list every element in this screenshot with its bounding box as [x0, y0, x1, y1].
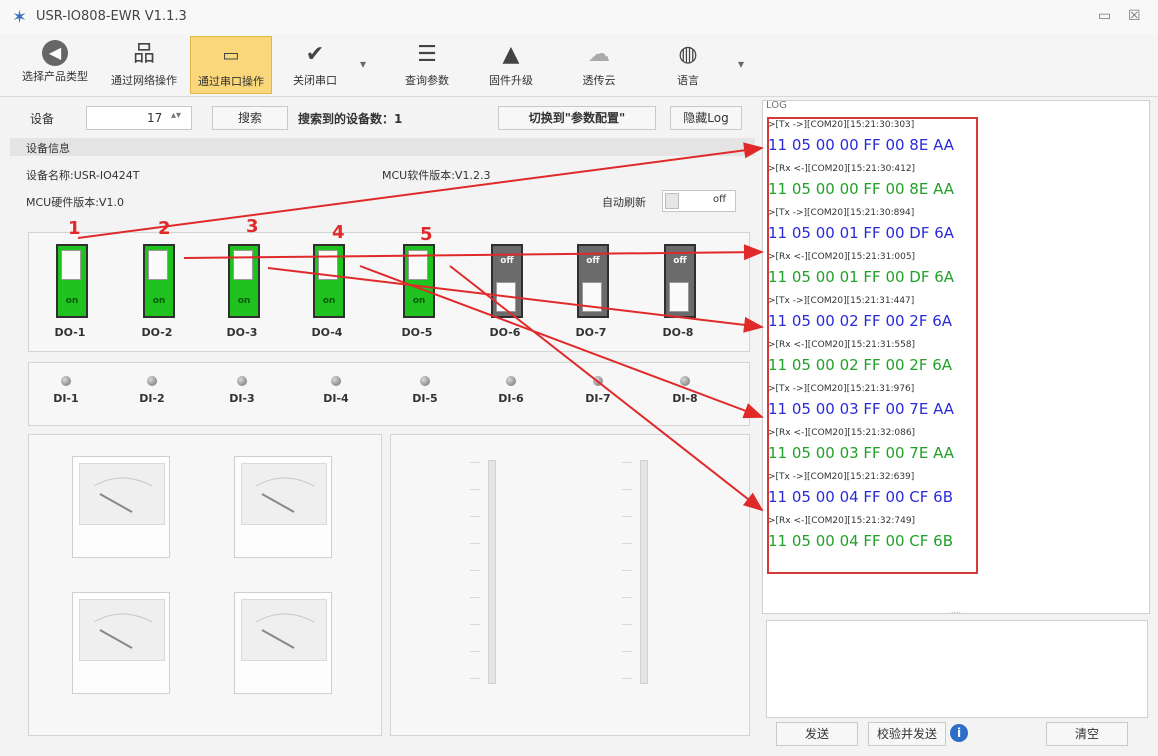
arrow-5 [449, 265, 764, 512]
arrow-3 [267, 267, 764, 333]
arrow-4 [359, 265, 764, 419]
arrow-2 [183, 244, 764, 261]
annotation-arrows [77, 142, 764, 512]
arrow-1 [77, 142, 764, 239]
